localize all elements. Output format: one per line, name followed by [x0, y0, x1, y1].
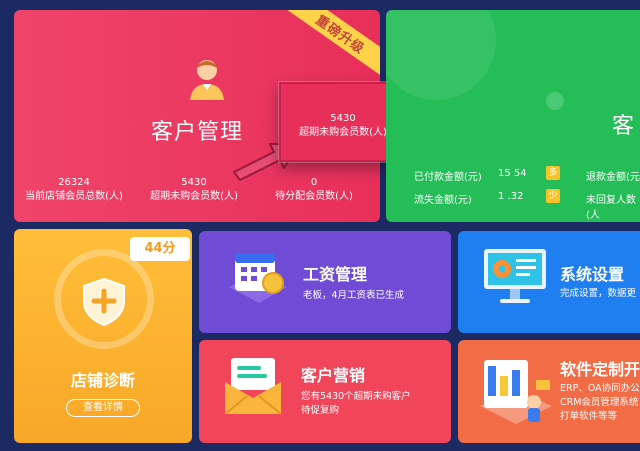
- green-card-title: 客: [612, 114, 635, 139]
- decor-circle: [386, 10, 496, 100]
- paid-amount-value: 15 54: [498, 168, 527, 179]
- shop-diagnosis-card[interactable]: 44分 店铺诊断 查看详情: [14, 229, 192, 443]
- shield-plus-icon: [83, 277, 125, 327]
- system-settings-title: 系统设置: [560, 265, 625, 284]
- stat-label: 待分配会员数(人): [275, 191, 353, 202]
- software-customization-desc-3: 打单软件等等: [560, 411, 618, 422]
- less-tag: 少: [546, 189, 560, 203]
- shop-diagnosis-title: 店铺诊断: [70, 371, 135, 390]
- system-settings-desc: 完成设置，数据更: [560, 288, 637, 299]
- stat-value: 26324: [58, 177, 90, 188]
- salary-management-card[interactable]: 工资管理 老板，4月工资表已生成: [199, 231, 451, 333]
- envelope-icon: [224, 358, 282, 415]
- customer-avatar-icon: [190, 60, 224, 100]
- software-customization-desc-2: CRM会员管理系统: [560, 397, 639, 408]
- stat-total-members: 26324 当前店铺会员总数(人): [14, 176, 134, 204]
- lost-amount-label: 流失金额(元): [414, 195, 472, 206]
- stat-label: 当前店铺会员总数(人): [25, 191, 123, 202]
- unreplied-count-label: 未回复人数(人: [586, 195, 636, 221]
- calendar-coin-icon: [229, 253, 287, 303]
- customer-marketing-desc-2: 待促复购: [301, 405, 340, 416]
- stat-label: 超期未购会员数(人): [150, 191, 238, 202]
- decor-dot: [546, 92, 564, 110]
- salary-management-title: 工资管理: [303, 265, 368, 284]
- software-customization-card[interactable]: 软件定制开 ERP、OA协同办公 CRM会员管理系统 打单软件等等: [458, 340, 640, 443]
- green-summary-card[interactable]: 客 已付款金额(元) 15 54 多 退款金额(元) 流失金额(元) 1 .32…: [386, 10, 640, 222]
- refund-amount-label: 退款金额(元): [586, 172, 640, 183]
- dashboard-people-icon: [480, 360, 552, 424]
- paid-amount-label: 已付款金额(元): [414, 172, 482, 183]
- customer-marketing-desc-1: 您有5430个超期未购客户: [301, 391, 411, 402]
- software-customization-desc-1: ERP、OA协同办公: [560, 383, 640, 394]
- customer-marketing-card[interactable]: 客户营销 您有5430个超期未购客户 待促复购: [199, 340, 451, 443]
- score-badge: 44分: [130, 237, 190, 261]
- monitor-gear-icon: [484, 249, 546, 303]
- view-details-button[interactable]: 查看详情: [66, 399, 140, 417]
- customer-marketing-title: 客户营销: [301, 366, 366, 385]
- salary-management-desc: 老板，4月工资表已生成: [303, 290, 405, 301]
- system-settings-card[interactable]: 系统设置 完成设置，数据更: [458, 231, 640, 333]
- lost-amount-value: 1 .32: [498, 191, 524, 202]
- upgrade-ribbon: 重磅升级: [281, 10, 380, 81]
- more-tag: 多: [546, 166, 560, 180]
- software-customization-title: 软件定制开: [560, 360, 640, 379]
